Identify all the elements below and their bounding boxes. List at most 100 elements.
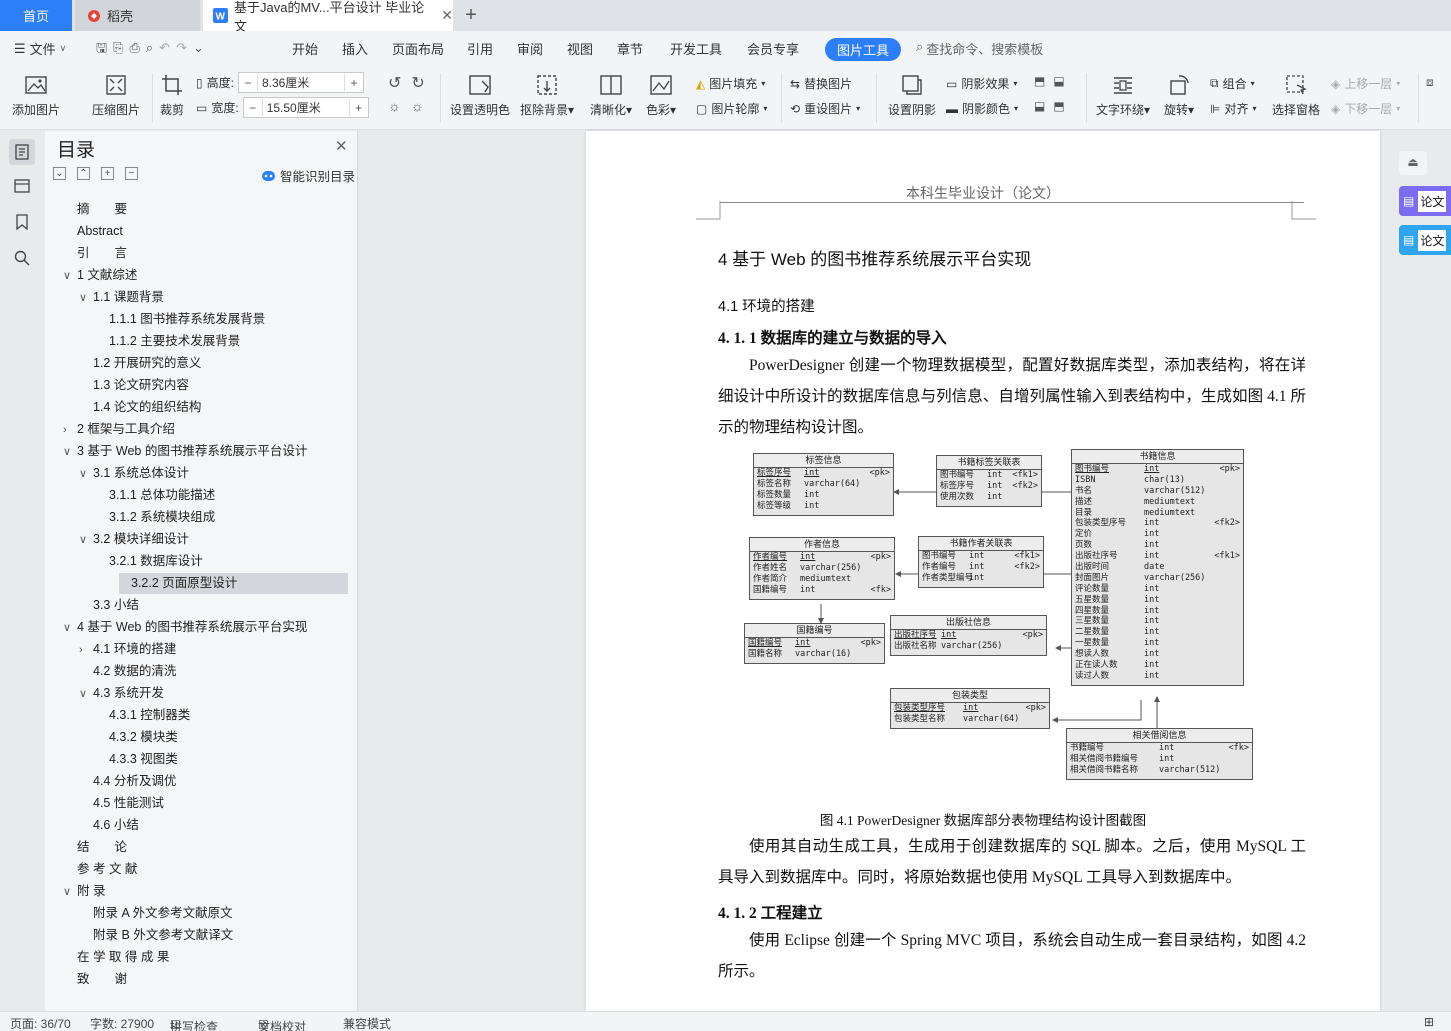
toc-item[interactable]: 3.2.2 页面原型设计 bbox=[119, 573, 348, 594]
tab-home[interactable]: 首页 bbox=[0, 0, 72, 31]
brightness-up-icon[interactable]: ☼ bbox=[388, 98, 401, 114]
send-backward-button[interactable]: ◈ 下移一层 ▾ bbox=[1331, 100, 1400, 117]
brightness-down-icon[interactable]: ☼ bbox=[411, 98, 424, 114]
toc-item[interactable]: 3.1.1 总体功能描述 bbox=[109, 485, 215, 506]
command-search[interactable]: ⌕ 查找命令、搜索模板 bbox=[916, 39, 1043, 58]
rotate-left-icon[interactable]: ↺ bbox=[388, 73, 401, 93]
add-heading-icon[interactable]: + bbox=[101, 167, 114, 180]
word-count[interactable]: 字数: 27900 bbox=[90, 1015, 154, 1031]
toc-item[interactable]: 致 谢 bbox=[77, 969, 127, 990]
erd-entity-publisher[interactable]: 出版社信息 出版社序号 int <pk> 出版社名称 varchar(256) bbox=[890, 615, 1047, 656]
shadow-effect-button[interactable]: ▭ 阴影效果 ▾ bbox=[946, 75, 1017, 92]
toc-item[interactable]: 1.4 论文的组织结构 bbox=[93, 397, 201, 418]
compress-image-button[interactable]: 压缩图片 bbox=[92, 73, 140, 118]
page-indicator[interactable]: 页面: 36/70 bbox=[10, 1015, 71, 1031]
new-tab-button[interactable]: + bbox=[458, 0, 484, 31]
toc-item[interactable]: 附录 B 外文参考文献译文 bbox=[93, 925, 233, 946]
decrement-icon[interactable]: − bbox=[239, 76, 257, 90]
height-value[interactable]: 8.36厘米 bbox=[256, 74, 345, 91]
image-outline-button[interactable]: ▢ 图片轮廓 ▾ bbox=[696, 100, 767, 117]
menu-item-devtools[interactable]: 开发工具 bbox=[670, 39, 722, 58]
crop-button[interactable]: 裁剪 bbox=[160, 73, 184, 118]
toc-item[interactable]: ∨ 4 基于 Web 的图书推荐系统展示平台实现 bbox=[63, 617, 307, 638]
toc-item[interactable]: 附录 A 外文参考文献原文 bbox=[93, 903, 233, 924]
preview-icon[interactable]: ⌕ bbox=[146, 40, 159, 55]
toc-item[interactable]: 结 论 bbox=[77, 837, 127, 858]
bring-forward-button[interactable]: ◈ 上移一层 ▾ bbox=[1331, 75, 1400, 92]
chevron-right-icon[interactable]: › bbox=[63, 420, 77, 441]
redo-icon[interactable]: ↷ bbox=[176, 40, 193, 55]
set-shadow-button[interactable]: 设置阴影 bbox=[888, 73, 936, 118]
align-button[interactable]: ⊫ 对齐 ▾ bbox=[1210, 100, 1256, 117]
image-fill-button[interactable]: ◭ 图片填充 ▾ bbox=[696, 75, 765, 92]
erd-entity-book[interactable]: 书籍信息 图书编号 int <pk> ISBN char(13) 书名 varchar(512… bbox=[1071, 449, 1244, 686]
toc-panel-icon[interactable] bbox=[9, 139, 35, 165]
menu-item-view[interactable]: 视图 bbox=[567, 39, 593, 58]
toc-item[interactable]: 4.4 分析及调优 bbox=[93, 771, 176, 792]
set-transparent-button[interactable]: 设置透明色 bbox=[450, 73, 510, 118]
quick-access-toolbar[interactable]: 🖫⎘⎙⌕↶↷⌄ bbox=[96, 39, 210, 61]
toc-item[interactable]: 1.1.2 主要技术发展背景 bbox=[109, 331, 240, 352]
collapse-panel-icon[interactable]: ⏏ bbox=[1399, 151, 1427, 175]
erd-entity-pack-type[interactable]: 包装类型 包装类型序号 int <pk> 包装类型名称 varchar(64) bbox=[890, 688, 1050, 729]
color-button[interactable]: 色彩▾ bbox=[646, 73, 676, 118]
erd-entity-related-borrow[interactable]: 相关借阅信息 书籍编号 int <fk> 相关借阅书籍编号 int 相关借阅书籍名称 varc… bbox=[1066, 728, 1253, 780]
erd-entity-nation[interactable]: 国籍编号 国籍编号 int <pk> 国籍名称 varchar(16) bbox=[744, 623, 885, 664]
group-button[interactable]: ⧉ 组合 ▾ bbox=[1210, 75, 1255, 92]
nudge-right-icon[interactable]: ⬒ bbox=[1053, 99, 1064, 113]
toc-item[interactable]: 4.2 数据的清洗 bbox=[93, 661, 176, 682]
toc-item[interactable]: 4.3.2 模块类 bbox=[109, 727, 178, 748]
chevron-right-icon[interactable]: › bbox=[79, 640, 93, 661]
select-pane-button[interactable]: 选择窗格 bbox=[1272, 73, 1320, 118]
chevron-down-icon[interactable]: ∨ bbox=[79, 464, 93, 485]
expand-all-icon[interactable]: ⌄ bbox=[53, 167, 66, 180]
view-mode-icon[interactable]: ⊞ bbox=[1424, 1015, 1434, 1029]
print-icon[interactable]: ⎙ bbox=[129, 40, 145, 55]
rotate-button[interactable]: 旋转▾ bbox=[1164, 73, 1194, 118]
chevron-down-icon[interactable]: ∨ bbox=[79, 684, 93, 705]
toc-item[interactable]: › 2 框架与工具介绍 bbox=[63, 419, 175, 440]
export-icon[interactable]: ⎘ bbox=[113, 40, 129, 55]
replace-image-button[interactable]: ⇆ 替换图片 bbox=[790, 75, 852, 92]
paper-check-button[interactable]: ▤ 论文 bbox=[1399, 186, 1451, 216]
menu-item-picture-tools[interactable]: 图片工具 bbox=[825, 38, 902, 61]
menu-item-start[interactable]: 开始 bbox=[292, 39, 318, 58]
sharpen-button[interactable]: 清晰化▾ bbox=[590, 73, 632, 118]
undo-icon[interactable]: ↶ bbox=[159, 40, 176, 55]
text-wrap-button[interactable]: 文字环绕▾ bbox=[1096, 73, 1150, 118]
tab-document[interactable]: W 基于Java的MV...平台设计 毕业论文 ✕ bbox=[203, 0, 453, 34]
toc-item[interactable]: › 4.1 环境的搭建 bbox=[79, 639, 176, 660]
height-stepper[interactable]: −8.36厘米 + bbox=[237, 72, 364, 93]
menu-item-reference[interactable]: 引用 bbox=[467, 39, 493, 58]
increment-icon[interactable]: + bbox=[350, 101, 368, 115]
menu-item-review[interactable]: 审阅 bbox=[517, 39, 543, 58]
width-stepper[interactable]: −15.50厘米 + bbox=[242, 97, 369, 118]
more-tools-button[interactable]: ⧈ bbox=[1426, 75, 1434, 90]
toc-item[interactable]: 参 考 文 献 bbox=[77, 859, 137, 880]
menu-item-chapter[interactable]: 章节 bbox=[617, 39, 643, 58]
toc-item[interactable]: 4.5 性能测试 bbox=[93, 793, 164, 814]
toc-item[interactable]: ∨ 3 基于 Web 的图书推荐系统展示平台设计 bbox=[63, 441, 307, 462]
erd-entity-author[interactable]: 作者信息 作者编号 int <pk> 作者姓名 varchar(256) 作者简介 mediu… bbox=[749, 537, 895, 600]
menu-item-insert[interactable]: 插入 bbox=[342, 39, 368, 58]
bookmark-icon[interactable] bbox=[11, 211, 33, 233]
file-menu[interactable]: ☰ 文件 ∨ bbox=[14, 39, 66, 58]
chevron-down-icon[interactable]: ∨ bbox=[63, 266, 77, 287]
chevron-down-icon[interactable]: ∨ bbox=[63, 442, 77, 463]
width-value[interactable]: 15.50厘米 bbox=[261, 99, 350, 116]
reset-image-button[interactable]: ⟲ 重设图片 ▾ bbox=[790, 100, 860, 117]
save-icon[interactable]: 🖫 bbox=[96, 40, 113, 55]
remove-background-button[interactable]: 抠除背景▾ bbox=[520, 73, 574, 118]
toc-item[interactable]: 3.1.2 系统模块组成 bbox=[109, 507, 215, 528]
toc-item[interactable]: 3.3 小结 bbox=[93, 595, 139, 616]
toc-item[interactable]: 4.6 小结 bbox=[93, 815, 139, 836]
remove-heading-icon[interactable]: − bbox=[125, 167, 138, 180]
toc-item[interactable]: ∨ 4.3 系统开发 bbox=[79, 683, 164, 704]
toc-item[interactable]: ∨ 3.1 系统总体设计 bbox=[79, 463, 189, 484]
toc-item[interactable]: 4.3.1 控制器类 bbox=[109, 705, 190, 726]
nudge-down-icon[interactable]: ⬓ bbox=[1053, 74, 1064, 88]
tab-daoke[interactable]: 稻壳 bbox=[75, 0, 200, 31]
chevron-down-icon[interactable]: ∨ bbox=[79, 288, 93, 309]
decrement-icon[interactable]: − bbox=[244, 101, 262, 115]
toc-item[interactable]: 在 学 取 得 成 果 bbox=[77, 947, 169, 968]
